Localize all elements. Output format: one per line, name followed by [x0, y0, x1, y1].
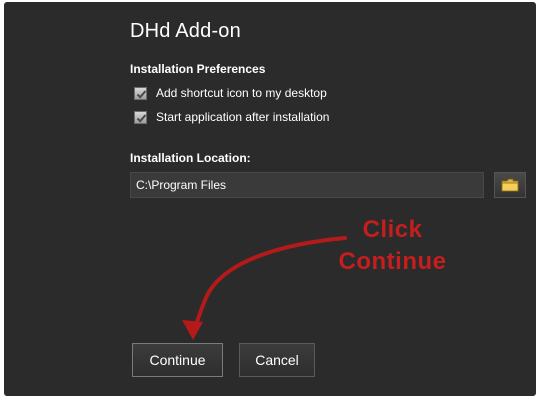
continue-button[interactable]: Continue — [132, 343, 223, 377]
annotation-click-text: Click — [362, 216, 423, 243]
installation-preferences-heading: Installation Preferences — [130, 62, 266, 76]
browse-folder-button[interactable] — [494, 172, 526, 198]
installation-location-heading: Installation Location: — [130, 151, 251, 165]
annotation-continue-text: Continue — [338, 248, 447, 275]
installer-dialog: DHd Add-on Installation Preferences Add … — [4, 2, 536, 396]
start-after-install-checkbox[interactable] — [134, 110, 147, 124]
start-after-install-label: Start application after installation — [156, 110, 330, 124]
checkmark-icon — [136, 89, 147, 99]
option-desktop-shortcut[interactable]: Add shortcut icon to my desktop — [134, 86, 327, 100]
folder-icon — [501, 178, 519, 192]
install-path-field[interactable]: C:\Program Files — [130, 172, 484, 198]
desktop-shortcut-checkbox[interactable] — [134, 86, 147, 100]
dialog-title: DHd Add-on — [130, 20, 241, 42]
cancel-button[interactable]: Cancel — [239, 343, 315, 377]
desktop-shortcut-label: Add shortcut icon to my desktop — [156, 86, 327, 100]
option-start-after-install[interactable]: Start application after installation — [134, 110, 329, 124]
checkmark-icon — [136, 113, 147, 123]
